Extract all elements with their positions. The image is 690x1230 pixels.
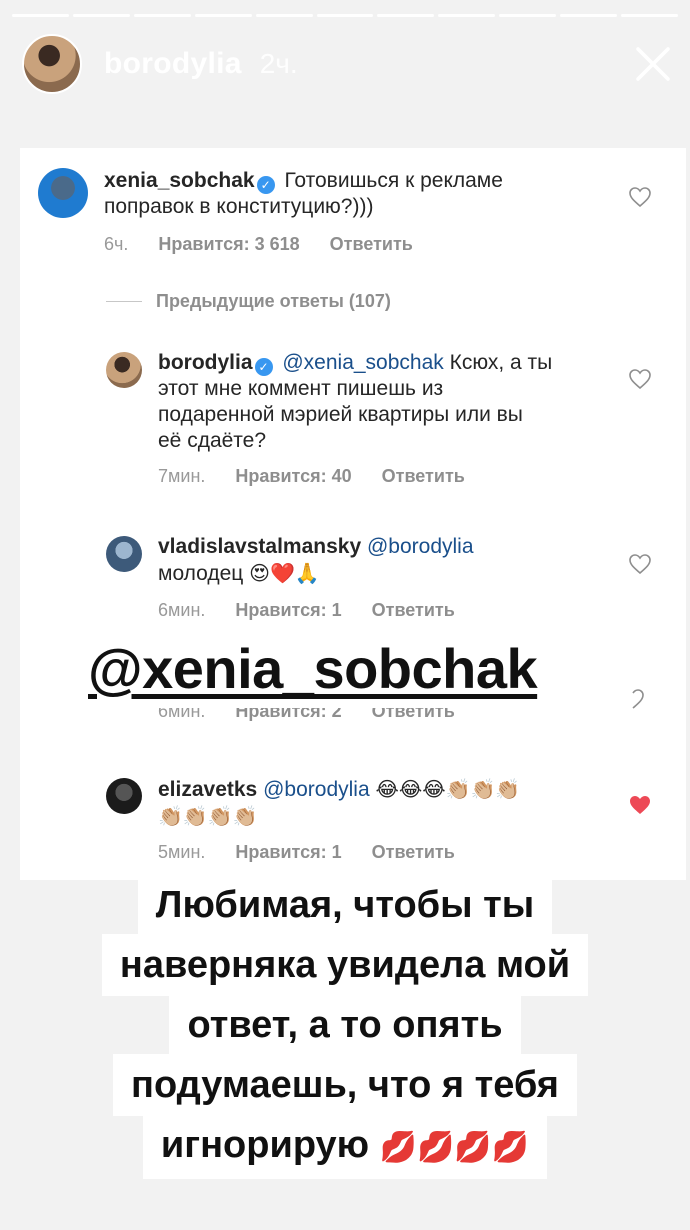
comment-body: elizavetks @borodylia 😂😂😂👏🏼👏🏼👏🏼 👏🏼👏🏼👏🏼👏🏼 [158,776,618,830]
comment-text: подаренной мэрией квартиры или вы [158,403,523,426]
progress-segment [72,14,130,17]
comment-text: Ксюх, а ты [449,351,553,374]
progress-segment [499,14,557,17]
caption-line: игнорирую 💋💋💋💋 [142,1114,548,1179]
verified-badge-icon: ✓ [254,358,273,376]
progress-segment [316,14,374,17]
story-caption: Любимая, чтобы ты наверняка увидела мой … [0,874,690,1179]
comment-text: поправок в конституцию?))) [104,195,374,218]
story-time: 2ч. [259,48,298,79]
reply-button[interactable]: Ответить [330,234,413,255]
comment-likes[interactable]: Нравится: 40 [235,466,351,487]
comment-time: 7мин. [158,466,206,486]
progress-segment [133,14,191,17]
comment-meta: 6мин. Нравится: 2 Ответить [158,708,485,722]
avatar[interactable] [106,778,142,814]
comment-time: 6ч. [104,234,129,254]
comment-text: её сдаёте? [158,429,267,452]
comment-body: vladislavstalmansky @borodylia молодец 😍… [158,534,598,587]
comment-meta: 6мин. Нравится: 1 Ответить [158,600,485,621]
caption-text: игнорирую [160,1124,370,1166]
mention-link[interactable]: @borodylia [263,778,370,801]
heart-filled-icon[interactable] [628,794,652,816]
heart-icon[interactable] [628,553,652,575]
reply-button[interactable]: Ответить [382,466,465,487]
comment-meta: 7мин. Нравится: 40 Ответить [158,466,495,487]
comment-username[interactable]: xenia_sobchak [104,169,255,192]
comment-likes[interactable]: Нравится: 1 [235,842,341,863]
comment-username[interactable]: borodylia [158,351,253,374]
story-username[interactable]: borodylia [104,47,242,81]
comment-time: 6мин. [158,600,206,620]
heart-icon[interactable] [628,186,652,208]
comment-meta: 6ч. Нравится: 3 618 Ответить [104,234,443,255]
avatar[interactable] [106,352,142,388]
story-progress-bar [12,14,678,17]
caption-line: Любимая, чтобы ты [137,874,553,936]
story-header: borodylia 2ч. [22,34,672,94]
progress-segment [621,14,678,17]
progress-segment [194,14,252,17]
comment-username[interactable]: vladislavstalmansky [158,535,361,558]
comment-text: молодец [158,562,244,585]
comment-time: 6мин. [158,708,206,721]
comment-text: Готовишься к рекламе [284,169,503,192]
comment-username[interactable]: elizavetks [158,778,257,801]
close-icon [636,47,670,81]
heart-icon[interactable] [632,688,646,710]
heart-icon[interactable] [628,368,652,390]
comment-body: xenia_sobchak ✓ Готовишься к рекламе попр… [104,168,624,220]
reply-button[interactable]: Ответить [372,600,455,621]
mention-sticker[interactable]: @xenia_sobchak [88,636,538,701]
progress-segment [12,14,69,17]
comments-screenshot: xenia_sobchak ✓ Готовишься к рекламе попр… [20,148,686,880]
caption-line: ответ, а то опять [169,994,521,1056]
comment-likes[interactable]: Нравится: 1 [235,600,341,621]
caption-line: подумаешь, что я тебя [113,1054,577,1116]
comment-meta: 5мин. Нравится: 1 Ответить [158,842,485,863]
avatar[interactable] [38,168,88,218]
caption-line: наверняка увидела мой [101,934,589,996]
divider [106,301,142,302]
comment-body: borodylia ✓ @xenia_sobchak Ксюх, а ты это… [158,350,598,454]
mention-link[interactable]: @borodylia [367,535,474,558]
reply-button[interactable]: Ответить [372,842,455,863]
progress-segment [560,14,618,17]
reply-button[interactable]: Ответить [372,708,455,722]
previous-replies-link[interactable]: Предыдущие ответы (107) [156,291,391,312]
emoji-reaction: 😍❤️🙏 [249,561,320,585]
kiss-emoji: 💋💋💋💋 [379,1130,530,1165]
close-button[interactable] [634,45,672,83]
comment-likes[interactable]: Нравится: 2 [235,708,341,722]
comment-text: этот мне коммент пишешь из [158,377,444,400]
comment-time: 5мин. [158,842,206,862]
progress-segment [255,14,313,17]
comment-likes[interactable]: Нравится: 3 618 [158,234,299,255]
emoji-reaction: 👏🏼👏🏼👏🏼👏🏼 [158,804,258,828]
mention-link[interactable]: @xenia_sobchak [282,351,443,374]
verified-badge-icon: ✓ [256,176,275,194]
emoji-reaction: 😂😂😂👏🏼👏🏼👏🏼 [375,777,521,801]
progress-segment [377,14,435,17]
story-avatar[interactable] [22,34,82,94]
avatar[interactable] [106,536,142,572]
progress-segment [438,14,496,17]
